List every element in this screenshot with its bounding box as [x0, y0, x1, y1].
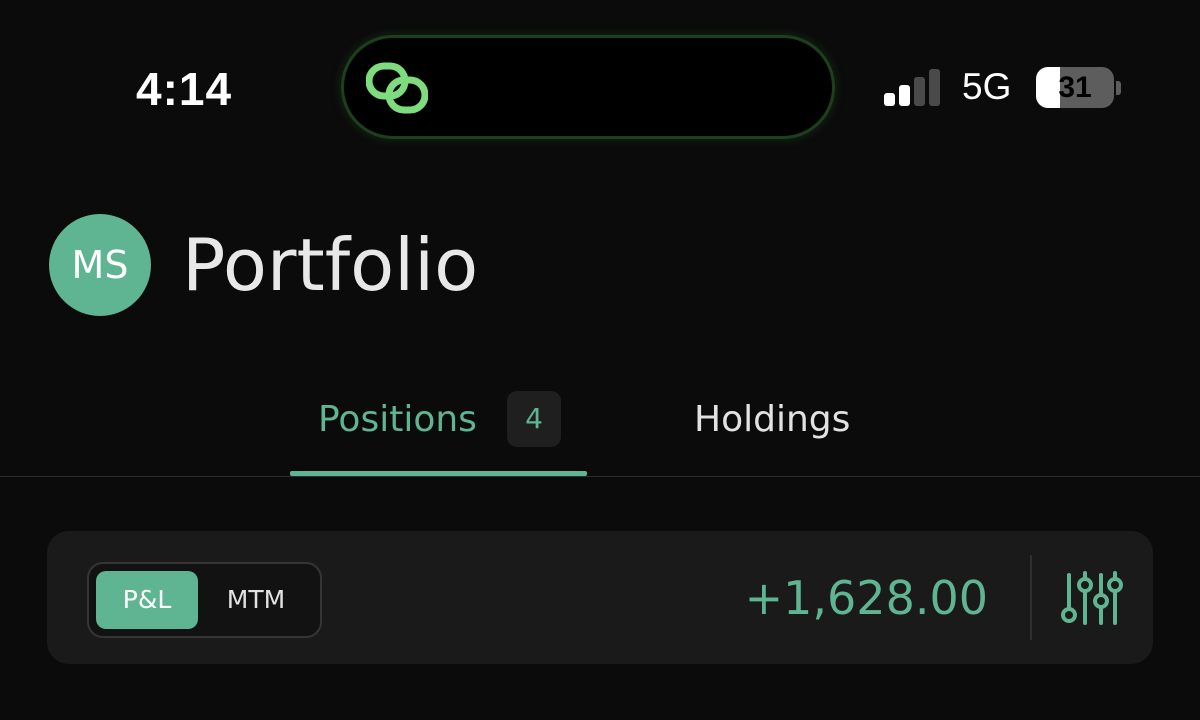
signal-bar — [929, 69, 940, 106]
card-divider — [1030, 555, 1032, 640]
network-type: 5G — [962, 66, 1012, 107]
toggle-pnl[interactable]: P&L — [96, 571, 198, 629]
signal-bar — [899, 85, 910, 106]
positions-count-badge: 4 — [507, 391, 561, 447]
tab-positions[interactable]: Positions — [318, 396, 477, 444]
battery-percent: 31 — [1058, 71, 1092, 104]
link-chain-icon — [366, 62, 428, 114]
sliders-icon — [1061, 571, 1123, 625]
status-bar: 4:14 5G 31 — [0, 0, 1200, 175]
pnl-mtm-toggle: P&L MTM — [87, 562, 322, 638]
cellular-signal-icon — [884, 68, 942, 106]
tabs-divider — [0, 476, 1200, 477]
signal-bar — [884, 93, 895, 106]
pnl-value: +1,628.00 — [744, 571, 988, 625]
signal-bar — [914, 77, 925, 106]
battery-icon: 31 — [1036, 67, 1114, 108]
toggle-mtm[interactable]: MTM — [203, 571, 309, 629]
dynamic-island[interactable] — [341, 35, 835, 139]
status-time: 4:14 — [136, 63, 233, 115]
avatar[interactable]: MS — [49, 214, 151, 316]
filter-button[interactable] — [1059, 571, 1125, 627]
page-title: Portfolio — [182, 223, 479, 307]
pnl-summary-card: P&L MTM +1,628.00 — [47, 531, 1153, 664]
tab-holdings[interactable]: Holdings — [694, 396, 850, 444]
battery-cap — [1116, 81, 1121, 95]
